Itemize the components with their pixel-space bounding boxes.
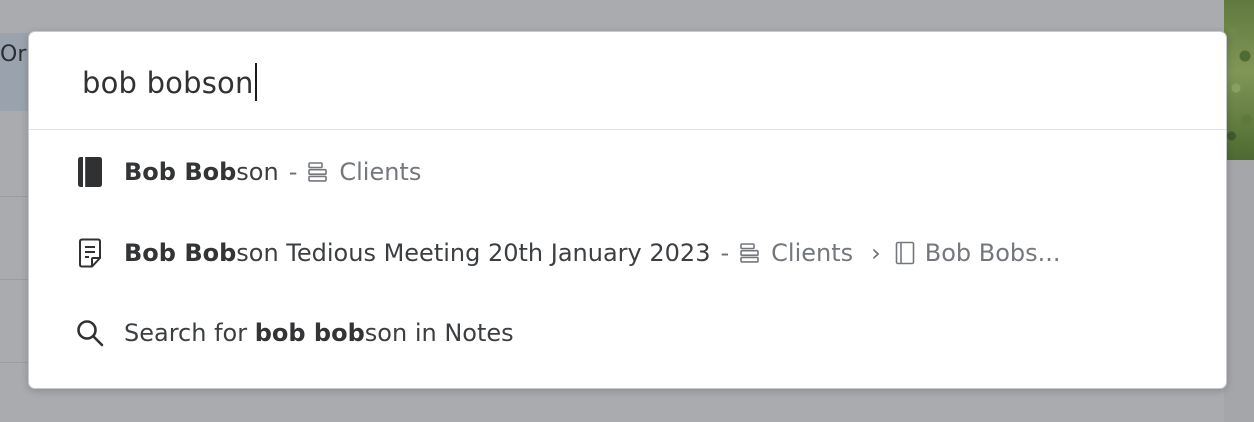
result-location-label: Clients bbox=[339, 158, 422, 186]
search-prefix: Search for bbox=[124, 319, 255, 347]
result-location: Clients bbox=[307, 158, 421, 186]
search-bar[interactable]: bob bobson bbox=[29, 32, 1226, 130]
result-title-match: Bob Bob bbox=[124, 158, 237, 186]
result-separator: - bbox=[288, 158, 298, 186]
notebook-icon bbox=[75, 155, 105, 189]
search-input[interactable]: bob bobson bbox=[82, 63, 257, 101]
search-suffix: in Notes bbox=[407, 319, 514, 347]
result-content: Bob Bob son Tedious Meeting 20th January … bbox=[124, 239, 1061, 267]
result-title-rest: son bbox=[236, 158, 279, 186]
search-query: bob bobson bbox=[82, 66, 254, 100]
chevron-right-icon: › bbox=[871, 239, 881, 267]
stack-icon bbox=[740, 243, 759, 263]
stack-icon bbox=[308, 162, 328, 182]
result-content: Bob Bob son - Clients bbox=[124, 158, 421, 186]
result-sub-location: Bob Bobs... bbox=[895, 239, 1061, 267]
background-header-text: Or bbox=[0, 42, 27, 67]
text-caret bbox=[254, 63, 257, 101]
result-notebook-bob-bobson[interactable]: Bob Bob son - Clients bbox=[29, 142, 1226, 202]
result-note-bob-bobson-meeting[interactable]: Bob Bob son Tedious Meeting 20th January … bbox=[29, 223, 1226, 283]
search-query-match: bob bob bbox=[254, 319, 365, 347]
result-content: Search for bob bob son in Notes bbox=[124, 319, 514, 347]
result-sub-location-label: Bob Bobs... bbox=[924, 239, 1061, 267]
result-location-label: Clients bbox=[771, 239, 854, 267]
note-icon bbox=[75, 236, 105, 270]
search-in-notes-option[interactable]: Search for bob bob son in Notes bbox=[29, 303, 1226, 363]
result-title-match: Bob Bob bbox=[124, 239, 237, 267]
result-title-rest: son Tedious Meeting 20th January 2023 bbox=[236, 239, 711, 267]
background-photo bbox=[1224, 0, 1254, 160]
quick-find-dialog: bob bobson Bob Bob son - Clients Bob Bob… bbox=[28, 31, 1227, 389]
result-separator: - bbox=[720, 239, 730, 267]
search-icon bbox=[75, 316, 105, 350]
notebook-outline-icon bbox=[895, 241, 915, 265]
result-location: Clients bbox=[739, 239, 853, 267]
search-query-rest: son bbox=[364, 319, 408, 347]
